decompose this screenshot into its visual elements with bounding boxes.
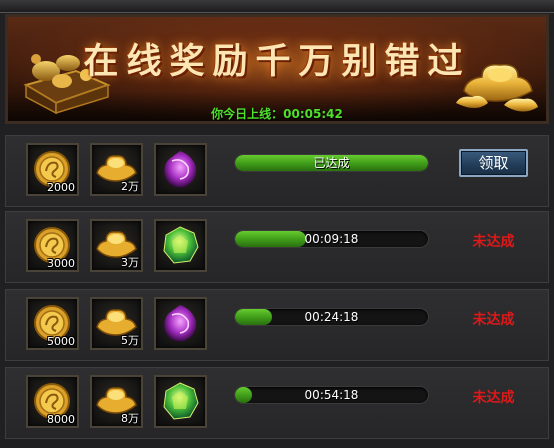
status-not-reached: 未达成 (472, 234, 515, 250)
claim-button[interactable]: 领取 (459, 149, 528, 177)
reward-row: 3000 3万 00:09:18 未达成 (5, 211, 549, 283)
progress-text: 00:09:18 (304, 232, 359, 246)
reward-slot-ingot[interactable]: 5万 (90, 297, 143, 350)
purple-dragon-gem-icon (164, 151, 197, 188)
reward-row: 8000 8万 00:54:18 未达成 (5, 367, 549, 439)
status-not-reached: 未达成 (472, 312, 515, 328)
reward-qty: 2000 (47, 181, 75, 194)
reward-slot-coin[interactable]: 5000 (26, 297, 79, 350)
green-gem-icon (163, 226, 199, 264)
reward-qty: 3万 (121, 256, 139, 269)
window-top-border (0, 0, 554, 13)
reward-slot-ingot[interactable]: 3万 (90, 219, 143, 272)
banner-title: 在线奖励千万别错过 (83, 41, 471, 82)
reward-slot-ingot[interactable]: 8万 (90, 375, 143, 428)
reward-slot-ingot[interactable]: 2万 (90, 143, 143, 196)
purple-dragon-gem-icon (164, 305, 197, 342)
progress-bar: 00:54:18 (234, 386, 429, 404)
reward-slot-gem[interactable] (154, 219, 207, 272)
green-gem-icon (163, 382, 199, 420)
progress-bar: 00:09:18 (234, 230, 429, 248)
reward-qty: 2万 (121, 180, 139, 193)
progress-text: 00:54:18 (304, 388, 359, 402)
reward-qty: 5万 (121, 334, 139, 347)
progress-text: 已达成 (313, 156, 350, 170)
status-not-reached: 未达成 (472, 390, 515, 406)
banner: 在线奖励千万别错过 你今日上线：00:05:42 (5, 14, 549, 124)
reward-qty: 5000 (47, 335, 75, 348)
reward-slot-coin[interactable]: 2000 (26, 143, 79, 196)
reward-slot-coin[interactable]: 3000 (26, 219, 79, 272)
reward-row: 2000 2万 已达成 领取 (5, 135, 549, 207)
progress-bar: 已达成 (234, 154, 429, 172)
reward-qty: 8000 (47, 413, 75, 426)
progress-text: 00:24:18 (304, 310, 359, 324)
reward-slot-gem[interactable] (154, 375, 207, 428)
reward-qty: 8万 (121, 412, 139, 425)
reward-row: 5000 5万 00:24:18 未达成 (5, 289, 549, 361)
reward-slot-gem[interactable] (154, 297, 207, 350)
reward-slot-gem[interactable] (154, 143, 207, 196)
reward-qty: 3000 (47, 257, 75, 270)
reward-slot-coin[interactable]: 8000 (26, 375, 79, 428)
progress-bar: 00:24:18 (234, 308, 429, 326)
online-time-label: 你今日上线：00:05:42 (211, 107, 343, 121)
